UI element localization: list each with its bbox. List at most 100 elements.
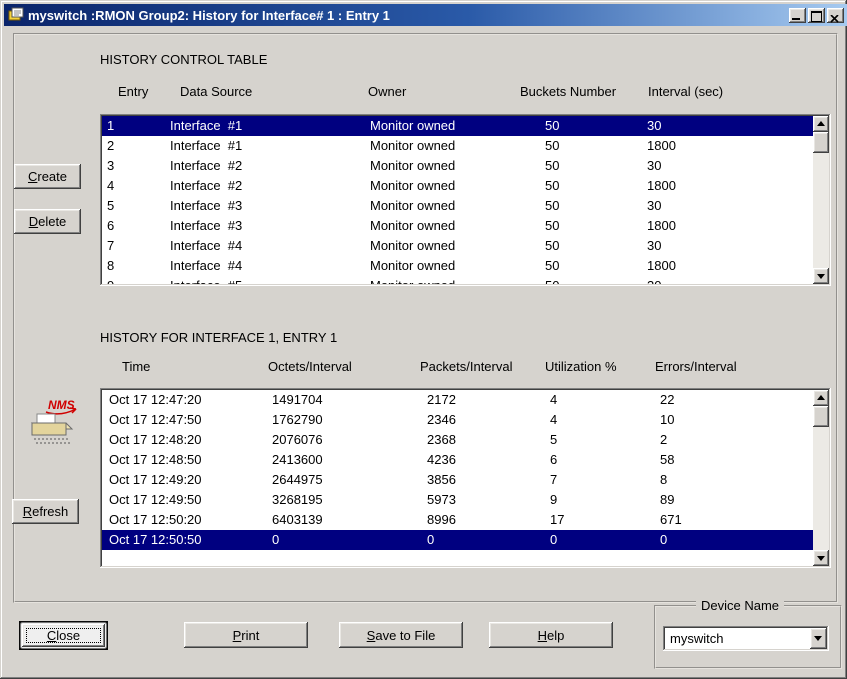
- scrollbar-thumb[interactable]: [813, 132, 829, 153]
- table-cell: 5973: [427, 490, 550, 510]
- table-row[interactable]: Oct 17 12:49:5032681955973989: [102, 490, 813, 510]
- minimize-button[interactable]: [789, 8, 806, 23]
- table-cell: 30: [647, 116, 813, 136]
- close-button-label-rest: lose: [56, 628, 80, 643]
- table-cell: 0: [660, 530, 813, 550]
- table-row[interactable]: 5Interface #3Monitor owned5030: [102, 196, 813, 216]
- table-cell: 6403139: [272, 510, 427, 530]
- control-list-scrollbar[interactable]: [813, 116, 829, 284]
- scroll-down-button[interactable]: [813, 550, 829, 566]
- table-cell: Oct 17 12:47:50: [102, 410, 272, 430]
- table-cell: 0: [550, 530, 660, 550]
- column-header-packets: Packets/Interval: [420, 359, 513, 374]
- titlebar[interactable]: myswitch :RMON Group2: History for Inter…: [4, 4, 847, 26]
- control-table-title: HISTORY CONTROL TABLE: [100, 52, 267, 67]
- table-cell: 50: [545, 156, 647, 176]
- history-list-scrollbar[interactable]: [813, 390, 829, 566]
- history-table-headers: Time Octets/Interval Packets/Interval Ut…: [100, 359, 831, 375]
- table-cell: Oct 17 12:49:50: [102, 490, 272, 510]
- save-to-file-button[interactable]: Save to File: [339, 622, 463, 648]
- table-cell: 50: [545, 236, 647, 256]
- delete-button-label: D: [29, 214, 38, 229]
- table-row[interactable]: Oct 17 12:49:202644975385678: [102, 470, 813, 490]
- table-cell: 58: [660, 450, 813, 470]
- titlebar-buttons: [789, 8, 844, 23]
- table-cell: 22: [660, 390, 813, 410]
- table-cell: 1800: [647, 256, 813, 276]
- device-name-label: Device Name: [696, 598, 784, 613]
- scroll-up-button[interactable]: [813, 390, 829, 406]
- delete-button[interactable]: Delete: [14, 209, 81, 234]
- column-header-owner: Owner: [368, 84, 406, 99]
- table-row[interactable]: 1Interface #1Monitor owned5030: [102, 116, 813, 136]
- table-row[interactable]: 4Interface #2Monitor owned501800: [102, 176, 813, 196]
- table-row[interactable]: 2Interface #1Monitor owned501800: [102, 136, 813, 156]
- column-header-octets: Octets/Interval: [268, 359, 352, 374]
- table-row[interactable]: 7Interface #4Monitor owned5030: [102, 236, 813, 256]
- table-cell: 50: [545, 256, 647, 276]
- create-button-label-rest: reate: [37, 169, 67, 184]
- column-header-buckets: Buckets Number: [520, 84, 616, 99]
- svg-text:NMS: NMS: [48, 398, 75, 412]
- create-button[interactable]: Create: [14, 164, 81, 189]
- table-row[interactable]: 6Interface #3Monitor owned501800: [102, 216, 813, 236]
- table-cell: 10: [660, 410, 813, 430]
- table-row[interactable]: 8Interface #4Monitor owned501800: [102, 256, 813, 276]
- history-control-list[interactable]: 1Interface #1Monitor owned50302Interface…: [100, 114, 831, 286]
- table-cell: 9: [550, 490, 660, 510]
- table-cell: 4: [550, 410, 660, 430]
- table-row[interactable]: Oct 17 12:48:202076076236852: [102, 430, 813, 450]
- arrow-up-icon: [817, 395, 825, 400]
- save-button-label: S: [367, 628, 376, 643]
- table-cell: 89: [660, 490, 813, 510]
- table-cell: Interface #3: [170, 196, 370, 216]
- table-cell: Oct 17 12:50:20: [102, 510, 272, 530]
- table-cell: Monitor owned: [370, 116, 545, 136]
- close-button[interactable]: Close: [20, 622, 107, 649]
- table-cell: 1800: [647, 136, 813, 156]
- arrow-up-icon: [817, 121, 825, 126]
- table-row[interactable]: Oct 17 12:47:5017627902346410: [102, 410, 813, 430]
- table-row[interactable]: Oct 17 12:50:500000: [102, 530, 813, 550]
- history-data-list[interactable]: Oct 17 12:47:2014917042172422Oct 17 12:4…: [100, 388, 831, 568]
- table-cell: 50: [545, 276, 647, 284]
- column-header-utilization: Utilization %: [545, 359, 617, 374]
- table-cell: 50: [545, 196, 647, 216]
- table-cell: 0: [272, 530, 427, 550]
- table-cell: Interface #1: [170, 136, 370, 156]
- help-button[interactable]: Help: [489, 622, 613, 648]
- table-cell: 2172: [427, 390, 550, 410]
- table-cell: 2: [102, 136, 170, 156]
- scroll-up-button[interactable]: [813, 116, 829, 132]
- history-list-rows: Oct 17 12:47:2014917042172422Oct 17 12:4…: [102, 390, 813, 566]
- table-cell: 0: [427, 530, 550, 550]
- print-button-label: P: [233, 628, 242, 643]
- table-cell: 4: [550, 390, 660, 410]
- combobox-dropdown-button[interactable]: [810, 628, 827, 649]
- print-button-label-rest: rint: [241, 628, 259, 643]
- table-row[interactable]: 3Interface #2Monitor owned5030: [102, 156, 813, 176]
- table-row[interactable]: Oct 17 12:47:2014917042172422: [102, 390, 813, 410]
- scrollbar-thumb[interactable]: [813, 406, 829, 427]
- table-row[interactable]: Oct 17 12:48:5024136004236658: [102, 450, 813, 470]
- column-header-source: Data Source: [180, 84, 252, 99]
- scroll-down-button[interactable]: [813, 268, 829, 284]
- table-row[interactable]: 9Interface #5Monitor owned5030: [102, 276, 813, 284]
- table-cell: Interface #4: [170, 236, 370, 256]
- minimize-icon: [792, 18, 800, 20]
- maximize-button[interactable]: [808, 8, 825, 23]
- titlebar-close-button[interactable]: [827, 8, 844, 23]
- print-button[interactable]: Print: [184, 622, 308, 648]
- table-cell: Monitor owned: [370, 196, 545, 216]
- table-cell: 2368: [427, 430, 550, 450]
- maximize-icon: [811, 11, 822, 22]
- table-row[interactable]: Oct 17 12:50:206403139899617671: [102, 510, 813, 530]
- close-button-label: C: [47, 628, 56, 643]
- table-cell: 1800: [647, 176, 813, 196]
- table-cell: 671: [660, 510, 813, 530]
- table-cell: 5: [102, 196, 170, 216]
- control-table-headers: Entry Data Source Owner Buckets Number I…: [100, 84, 831, 100]
- refresh-button[interactable]: Refresh: [12, 499, 79, 524]
- device-name-combobox[interactable]: myswitch: [663, 626, 829, 651]
- table-cell: 4236: [427, 450, 550, 470]
